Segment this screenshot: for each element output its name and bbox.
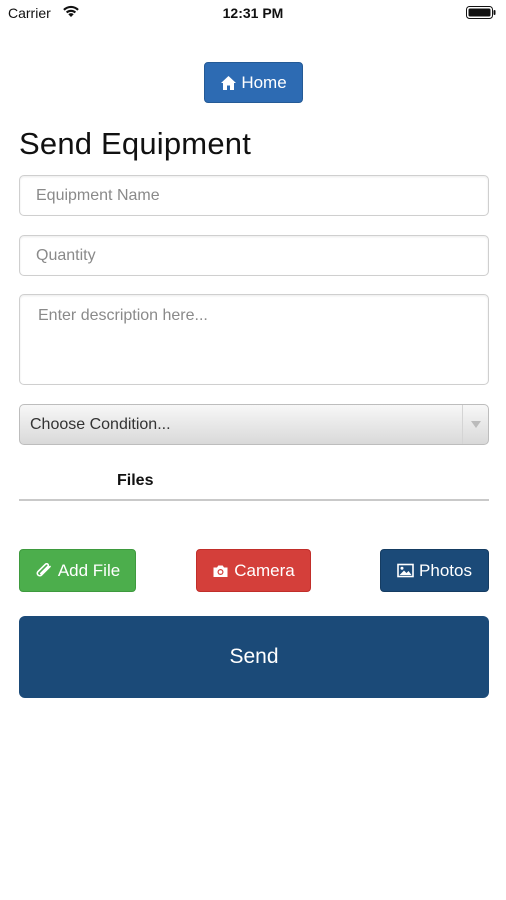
condition-select-value: Choose Condition... <box>30 416 171 433</box>
camera-icon <box>213 565 228 577</box>
paperclip-icon <box>36 562 51 576</box>
files-divider <box>19 499 489 501</box>
equipment-name-input[interactable]: Equipment Name <box>19 175 489 216</box>
camera-label: Camera <box>234 560 295 580</box>
camera-button[interactable]: Camera <box>196 549 311 592</box>
home-button-label: Home <box>241 72 287 92</box>
status-time: 12:31 PM <box>222 5 284 21</box>
chevron-down-icon <box>462 405 488 444</box>
quantity-placeholder: Quantity <box>36 247 96 264</box>
home-icon <box>221 75 237 90</box>
files-label: Files <box>117 472 154 489</box>
photos-label: Photos <box>419 560 472 580</box>
description-placeholder: Enter description here... <box>38 307 208 324</box>
add-file-label: Add File <box>57 560 121 580</box>
status-bar: Carrier 12:31 PM <box>0 0 506 28</box>
equipment-name-placeholder: Equipment Name <box>36 187 160 204</box>
send-button[interactable]: Send <box>19 616 489 698</box>
picture-icon <box>397 563 414 578</box>
description-textarea[interactable]: Enter description here... <box>19 294 489 385</box>
home-button[interactable]: Home <box>204 62 303 103</box>
quantity-input[interactable]: Quantity <box>19 235 489 276</box>
page-title: Send Equipment <box>19 126 252 161</box>
condition-select[interactable]: Choose Condition... <box>19 404 489 445</box>
send-label: Send <box>229 645 279 668</box>
add-file-button[interactable]: Add File <box>19 549 136 592</box>
photos-button[interactable]: Photos <box>380 549 489 592</box>
battery-icon <box>466 6 496 19</box>
